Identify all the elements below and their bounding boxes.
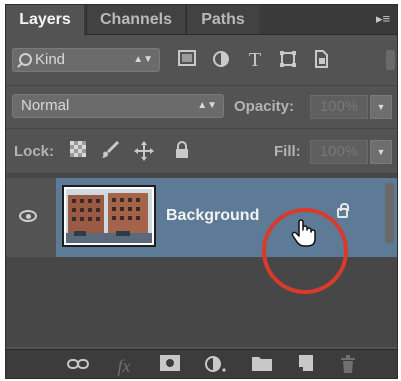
tab-bar: Layers Channels Paths ▸≡ bbox=[6, 5, 397, 35]
blend-mode-select[interactable]: Normal ▲▼ bbox=[12, 94, 224, 118]
trash-icon[interactable] bbox=[336, 355, 360, 377]
tab-paths[interactable]: Paths bbox=[186, 5, 259, 34]
search-icon bbox=[19, 53, 32, 66]
select-arrows-icon: ▲▼ bbox=[197, 100, 217, 111]
select-arrows-icon: ▲▼ bbox=[133, 54, 153, 65]
adjustment-layer-icon[interactable] bbox=[204, 355, 228, 377]
layer-name[interactable]: Background bbox=[166, 207, 259, 225]
new-layer-icon[interactable] bbox=[294, 355, 318, 377]
visibility-toggle[interactable] bbox=[6, 178, 56, 257]
new-group-icon[interactable] bbox=[250, 355, 274, 377]
hand-cursor-icon bbox=[290, 218, 320, 253]
eye-icon bbox=[19, 210, 37, 222]
layers-scrollbar[interactable] bbox=[385, 183, 394, 243]
lock-image-pixels-icon[interactable] bbox=[100, 140, 120, 161]
lock-position-icon[interactable] bbox=[134, 141, 154, 161]
type-filter-icon[interactable]: T bbox=[245, 50, 265, 70]
fill-input[interactable]: 100% bbox=[310, 140, 368, 164]
filter-toggle[interactable] bbox=[386, 50, 395, 70]
fill-dropdown-icon[interactable]: ▼ bbox=[370, 140, 392, 164]
layers-list: Background bbox=[6, 174, 397, 347]
add-mask-icon[interactable] bbox=[158, 355, 182, 377]
lock-all-icon[interactable] bbox=[172, 141, 192, 161]
link-layers-icon[interactable] bbox=[66, 355, 90, 377]
lock-transparent-pixels-icon[interactable] bbox=[68, 141, 88, 161]
opacity-label: Opacity: bbox=[234, 98, 295, 115]
adjustment-filter-icon[interactable] bbox=[211, 50, 231, 70]
tab-layers[interactable]: Layers bbox=[6, 5, 84, 35]
image-filter-icon[interactable] bbox=[177, 50, 197, 70]
blend-row: Normal ▲▼ Opacity: 100% ▼ bbox=[6, 86, 397, 129]
blend-mode-value: Normal bbox=[21, 97, 70, 114]
fx-icon[interactable]: fx bbox=[112, 355, 136, 377]
shape-filter-icon[interactable] bbox=[278, 50, 298, 70]
opacity-input[interactable]: 100% bbox=[310, 95, 368, 119]
bottom-toolbar: fx bbox=[6, 349, 397, 378]
lock-label: Lock: bbox=[14, 143, 55, 160]
kind-label: Kind bbox=[35, 51, 66, 68]
layer-lock-icon bbox=[337, 203, 349, 218]
smart-object-filter-icon[interactable] bbox=[311, 50, 331, 70]
panel-menu-icon[interactable]: ▸≡ bbox=[373, 11, 393, 27]
filter-row: Kind ▲▼ T bbox=[6, 35, 397, 86]
layer-thumbnail bbox=[62, 185, 156, 247]
opacity-dropdown-icon[interactable]: ▼ bbox=[370, 95, 392, 119]
fill-label: Fill: bbox=[274, 143, 301, 160]
layers-panel: Layers Channels Paths ▸≡ Kind ▲▼ T Norma… bbox=[5, 4, 398, 379]
layer-row[interactable]: Background bbox=[6, 178, 397, 294]
kind-filter-select[interactable]: Kind ▲▼ bbox=[12, 48, 160, 72]
tab-channels[interactable]: Channels bbox=[86, 5, 185, 34]
lock-row: Lock: Fill: 100% ▼ bbox=[6, 129, 397, 174]
